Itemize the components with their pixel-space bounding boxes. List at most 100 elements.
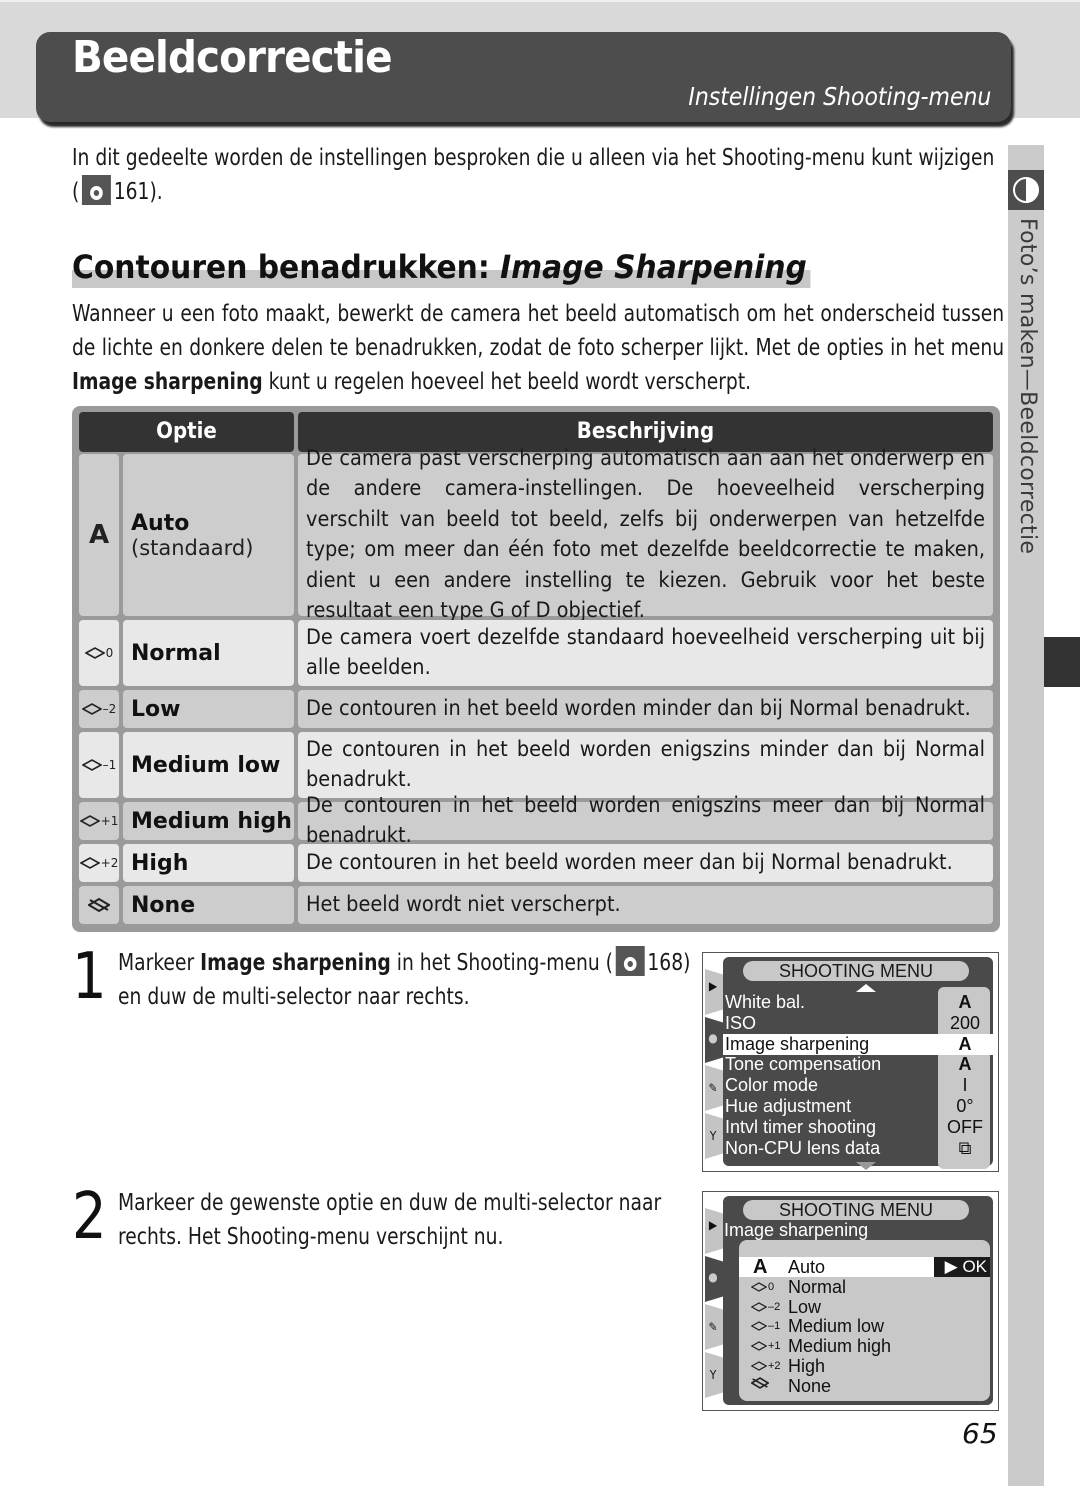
menu-item-value: I bbox=[962, 1075, 968, 1096]
step-text: Markeer Image sharpening in het Shooting… bbox=[118, 946, 697, 1014]
sharpening-level-icon: 0 bbox=[751, 1277, 787, 1297]
section-body: Wanneer u een foto maakt, bewerkt de cam… bbox=[72, 297, 1004, 399]
sharpening-option[interactable]: None bbox=[739, 1376, 990, 1396]
option-description-cell: De camera voert dezelfde standaard hoeve… bbox=[298, 620, 993, 686]
pencil-icon: ✎ bbox=[708, 1081, 718, 1095]
menu-item[interactable]: Color mode bbox=[725, 1075, 818, 1095]
half-circle-contrast-icon bbox=[1008, 170, 1044, 210]
camera-lcd-sharpening-menu: ▶ ● ✎ Y SHOOTING MENU Image sharpening A… bbox=[702, 1191, 999, 1411]
menu-item-value: A bbox=[958, 992, 972, 1012]
page-subtitle: Instellingen Shooting-menu bbox=[687, 82, 991, 111]
menu-item-value: OFF bbox=[947, 1116, 983, 1137]
body-bold-term: Image sharpening bbox=[72, 369, 263, 395]
lcd-header: SHOOTING MENU bbox=[743, 1200, 969, 1220]
option-label: Low bbox=[788, 1296, 822, 1317]
option-name: Medium low bbox=[131, 752, 281, 778]
menu-item[interactable]: Intvl timer shooting bbox=[725, 1117, 876, 1137]
menu-item[interactable]: Hue adjustment bbox=[725, 1096, 851, 1116]
wrench-icon: Y bbox=[709, 1368, 717, 1382]
option-description-cell: De contouren in het beeld worden minder … bbox=[298, 690, 993, 728]
step-text: Markeer de gewenste optie en duw de mult… bbox=[118, 1190, 662, 1250]
option-description-cell: De contouren in het beeld worden enigszi… bbox=[298, 732, 993, 798]
sharpening-level-icon: –2 bbox=[751, 1297, 787, 1317]
option-name: Auto bbox=[131, 510, 190, 536]
lcd-header: SHOOTING MENU bbox=[743, 961, 969, 981]
camera-icon: ● bbox=[708, 1270, 718, 1284]
option-label: Medium low bbox=[788, 1316, 885, 1337]
table-row: –1 Medium low De contouren in het beeld wo… bbox=[79, 732, 993, 798]
step-number: 2 bbox=[72, 1180, 107, 1254]
section-heading-italic: Image Sharpening bbox=[500, 248, 807, 286]
option-default-note: (standaard) bbox=[131, 535, 254, 560]
sharpening-level-icon: A bbox=[753, 1256, 768, 1278]
options-panel: A Auto ▶ OK 0 Normal –2 Low –1 Medium low +1 Mediu… bbox=[739, 1240, 990, 1401]
menu-item[interactable]: Tone compensation bbox=[725, 1054, 881, 1074]
page-reference-link[interactable]: 161 bbox=[114, 179, 150, 205]
body-text-end: kunt u regelen hoeveel het beeld wordt v… bbox=[262, 369, 752, 395]
option-description: De camera voert dezelfde standaard hoeve… bbox=[306, 624, 985, 681]
camera-lcd-shooting-menu: ▶ ● ✎ Y SHOOTING MENU White bal. A ISO 200 I… bbox=[702, 952, 999, 1172]
option-name-cell: Medium low bbox=[123, 732, 294, 798]
menu-item[interactable]: ISO bbox=[725, 1013, 756, 1033]
sharpening-plus1-icon: +1 bbox=[79, 802, 119, 840]
section-heading: Contouren benadrukken: Image Sharpening bbox=[72, 246, 811, 288]
option-name-cell: None bbox=[123, 886, 294, 924]
option-name-cell: Normal bbox=[123, 620, 294, 686]
sharpening-level-icon: +1 bbox=[751, 1336, 787, 1356]
option-name-cell: Auto (standaard) bbox=[123, 454, 294, 616]
scroll-down-icon bbox=[856, 1162, 876, 1170]
option-name: Low bbox=[131, 696, 181, 722]
intro-text-end: ). bbox=[149, 179, 163, 205]
sharpening-level-icon: –1 bbox=[751, 1316, 787, 1336]
reference-eye-icon bbox=[82, 175, 111, 205]
sharpening-option[interactable]: –1 Medium low bbox=[739, 1316, 990, 1336]
menu-rail: ▶ ● ✎ Y bbox=[703, 1208, 725, 1400]
option-name: None bbox=[131, 892, 196, 918]
table-row: None Het beeld wordt niet verscherpt. bbox=[79, 886, 993, 924]
option-name-cell: Medium high bbox=[123, 802, 294, 840]
menu-item[interactable]: White bal. bbox=[725, 992, 805, 1012]
option-description-cell: De camera past verscherping automatisch … bbox=[298, 446, 993, 623]
header-optie: Optie bbox=[79, 412, 294, 452]
option-description: De contouren in het beeld worden enigszi… bbox=[306, 792, 985, 849]
lcd-subtitle: Image sharpening bbox=[724, 1220, 869, 1240]
options-table: Optie Beschrijving A Auto (standaard) De ca… bbox=[72, 406, 1000, 932]
lcd-screen: SHOOTING MENU Image sharpening A Auto ▶ OK… bbox=[723, 1196, 993, 1405]
option-name: High bbox=[131, 850, 189, 876]
sharpening-option[interactable]: +1 Medium high bbox=[739, 1336, 990, 1356]
menu-rail: ▶ ● ✎ Y bbox=[703, 969, 725, 1161]
chapter-marker bbox=[1044, 637, 1080, 687]
reference-eye-icon bbox=[615, 946, 645, 976]
option-description-cell: Het beeld wordt niet verscherpt. bbox=[298, 886, 993, 924]
option-name: Normal bbox=[131, 640, 221, 666]
title-banner: Beeldcorrectie Instellingen Shooting-men… bbox=[36, 32, 1011, 122]
option-name-cell: Low bbox=[123, 690, 294, 728]
page-title: Beeldcorrectie bbox=[72, 32, 393, 83]
wrench-icon: Y bbox=[709, 1129, 717, 1143]
option-description-cell: De contouren in het beeld worden enigszi… bbox=[298, 793, 993, 848]
page-reference-link[interactable]: 168 bbox=[647, 950, 683, 976]
menu-item[interactable]: Non-CPU lens data bbox=[725, 1138, 880, 1158]
sharpening-option[interactable]: 0 Normal bbox=[739, 1277, 990, 1297]
sharpening-option[interactable]: A Auto ▶ OK bbox=[739, 1257, 990, 1277]
table-row: +1 Medium high De contouren in het beeld w… bbox=[79, 793, 993, 848]
table-row: 0 Normal De camera voert dezelfde standaar… bbox=[79, 620, 993, 686]
step-text-part: Markeer bbox=[118, 950, 201, 976]
camera-icon: ● bbox=[708, 1031, 718, 1045]
sharpening-option[interactable]: +2 High bbox=[739, 1356, 990, 1376]
menu-item-value: A bbox=[958, 1033, 972, 1054]
sharpening-option[interactable]: –2 Low bbox=[739, 1297, 990, 1317]
menu-item-value: ⧉ bbox=[958, 1137, 972, 1158]
page-number: 65 bbox=[962, 1417, 998, 1450]
option-description: De contouren in het beeld worden meer da… bbox=[306, 849, 953, 875]
intro-text: In dit gedeelte worden de instellingen b… bbox=[72, 145, 995, 205]
option-name-cell: High bbox=[123, 844, 294, 882]
menu-item-value: A bbox=[958, 1054, 972, 1075]
intro-paragraph: In dit gedeelte worden de instellingen b… bbox=[72, 141, 1004, 209]
option-description: De camera past verscherping automatisch … bbox=[306, 445, 985, 624]
menu-item[interactable]: Image sharpening bbox=[725, 1034, 869, 1054]
sharpening-none-icon bbox=[79, 886, 119, 924]
pencil-icon: ✎ bbox=[708, 1320, 718, 1334]
option-description: De contouren in het beeld worden minder … bbox=[306, 695, 971, 721]
sharpening-level-icon: +2 bbox=[751, 1356, 787, 1376]
